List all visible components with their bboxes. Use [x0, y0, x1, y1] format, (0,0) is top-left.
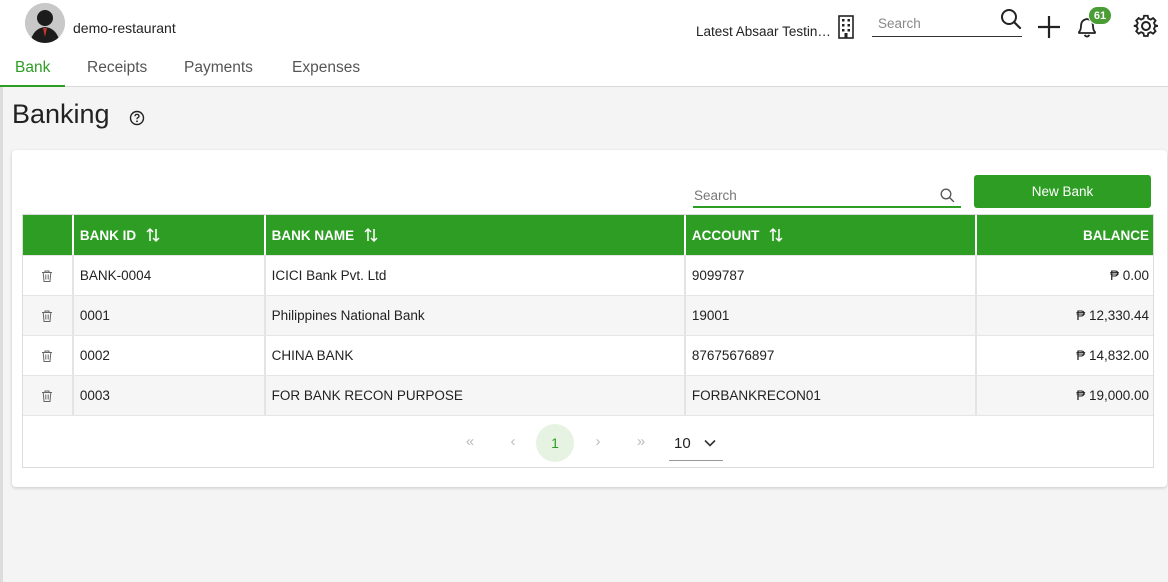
tab-receipts[interactable]: Receipts	[87, 55, 147, 87]
sort-icon[interactable]	[363, 227, 379, 243]
cell-bank-id: 0002	[74, 336, 266, 375]
building-icon[interactable]	[836, 15, 856, 39]
row-actions	[23, 296, 74, 335]
pagination: « ‹ 1 › » 10	[23, 415, 1153, 467]
current-page-button[interactable]: 1	[536, 424, 574, 462]
cell-balance: ₱ 0.00	[1109, 268, 1150, 283]
cell-bank-name: Philippines National Bank	[266, 296, 686, 335]
row-actions	[23, 256, 74, 295]
cell-account: 19001	[686, 296, 978, 335]
trash-icon[interactable]	[40, 389, 54, 403]
tab-bank[interactable]: Bank	[0, 55, 65, 87]
chevron-down-icon	[704, 439, 716, 447]
cell-bank-name: CHINA BANK	[266, 336, 686, 375]
help-icon[interactable]	[129, 110, 145, 126]
avatar[interactable]	[25, 3, 65, 43]
table-row[interactable]: 0001 Philippines National Bank 19001 ₱ 1…	[23, 295, 1153, 335]
header-balance[interactable]: BALANCE	[977, 215, 1153, 255]
header-bank-name[interactable]: BANK NAME	[266, 215, 686, 255]
header-actions	[23, 215, 74, 255]
cell-account: 9099787	[686, 256, 978, 295]
cell-balance: ₱ 12,330.44	[1076, 308, 1150, 323]
row-actions	[23, 376, 74, 415]
cell-bank-id: 0001	[74, 296, 266, 335]
header-balance-label: BALANCE	[1083, 227, 1150, 243]
table-header: BANK ID BANK NAME ACCOUNT BALANCE	[23, 215, 1153, 255]
bank-table: BANK ID BANK NAME ACCOUNT BALANCE BANK-0…	[22, 214, 1154, 468]
sort-icon[interactable]	[768, 227, 784, 243]
left-edge-divider	[0, 87, 3, 582]
gear-icon[interactable]	[1133, 13, 1159, 39]
new-bank-button[interactable]: New Bank	[974, 175, 1151, 208]
plus-icon[interactable]	[1036, 14, 1062, 40]
cell-account: FORBANKRECON01	[686, 376, 978, 415]
page-title: Banking	[12, 99, 110, 129]
table-row[interactable]: 0003 FOR BANK RECON PURPOSE FORBANKRECON…	[23, 375, 1153, 415]
prev-page-button[interactable]: ‹	[503, 424, 523, 460]
notification-badge: 61	[1088, 6, 1112, 25]
company-name: demo-restaurant	[73, 20, 176, 36]
global-search	[872, 9, 1022, 37]
table-search	[693, 184, 961, 208]
header-bank-id-label: BANK ID	[79, 227, 137, 243]
page-size-value: 10	[674, 435, 691, 452]
search-icon[interactable]	[940, 188, 955, 203]
cell-account: 87675676897	[686, 336, 978, 375]
row-actions	[23, 336, 74, 375]
cell-bank-id: BANK-0004	[74, 256, 266, 295]
first-page-button[interactable]: «	[460, 424, 480, 460]
cell-bank-name: FOR BANK RECON PURPOSE	[266, 376, 686, 415]
trash-icon[interactable]	[40, 309, 54, 323]
sort-icon[interactable]	[145, 227, 161, 243]
global-search-input[interactable]	[872, 12, 992, 34]
trash-icon[interactable]	[40, 269, 54, 283]
header-account[interactable]: ACCOUNT	[686, 215, 978, 255]
table-search-input[interactable]	[693, 184, 933, 206]
cell-bank-id: 0003	[74, 376, 266, 415]
cell-balance: ₱ 19,000.00	[1076, 388, 1150, 403]
cell-bank-name: ICICI Bank Pvt. Ltd	[266, 256, 686, 295]
tab-expenses[interactable]: Expenses	[292, 55, 360, 87]
active-company-name[interactable]: Latest Absaar Testing Company	[696, 24, 836, 39]
tab-payments[interactable]: Payments	[184, 55, 253, 87]
last-page-button[interactable]: »	[631, 424, 651, 460]
header-bank-name-label: BANK NAME	[271, 227, 355, 243]
header-bank-id[interactable]: BANK ID	[74, 215, 266, 255]
next-page-button[interactable]: ›	[588, 424, 608, 460]
bank-list-card: New Bank BANK ID BANK NAME ACCOUNT	[12, 150, 1167, 487]
cell-balance: ₱ 14,832.00	[1076, 348, 1150, 363]
top-bar: demo-restaurant Latest Absaar Testing Co…	[0, 0, 1168, 87]
table-row[interactable]: 0002 CHINA BANK 87675676897 ₱ 14,832.00	[23, 335, 1153, 375]
table-row[interactable]: BANK-0004 ICICI Bank Pvt. Ltd 9099787 ₱ …	[23, 255, 1153, 295]
page-size-select[interactable]: 10	[669, 430, 723, 461]
header-account-label: ACCOUNT	[691, 227, 760, 243]
trash-icon[interactable]	[40, 349, 54, 363]
user-avatar-icon	[25, 3, 65, 43]
search-icon[interactable]	[1000, 8, 1022, 30]
